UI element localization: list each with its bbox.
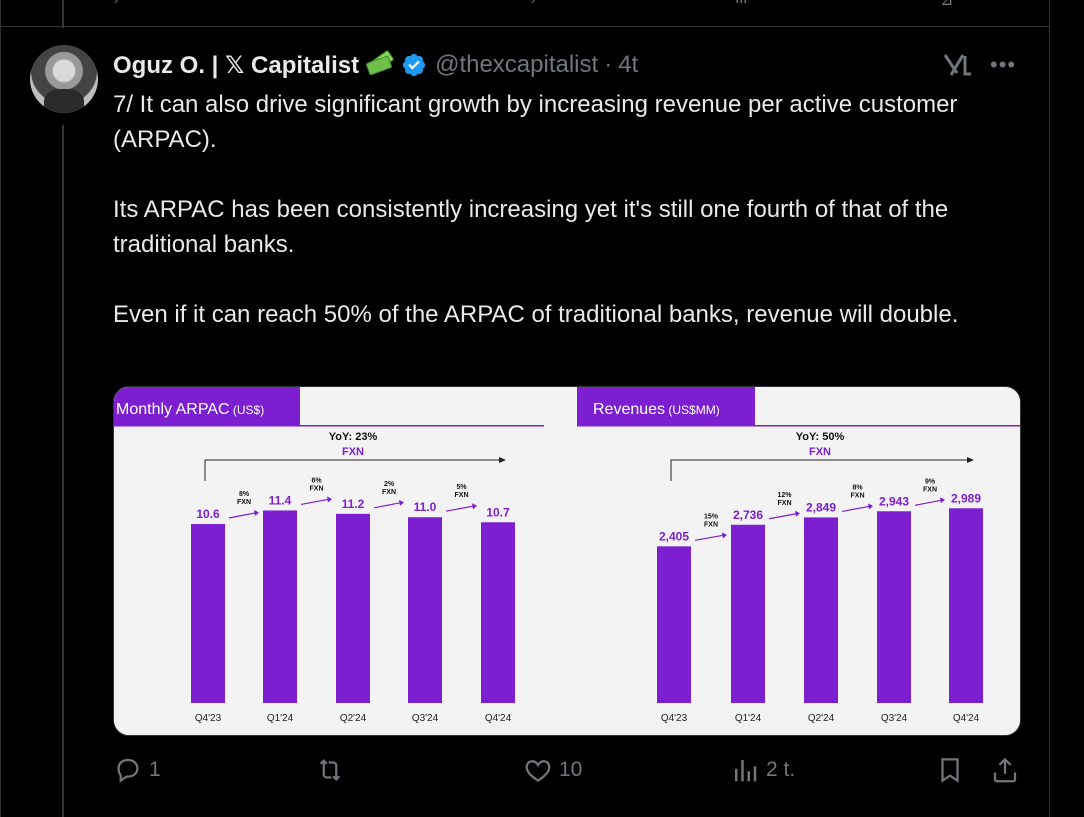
avatar[interactable] bbox=[30, 45, 98, 113]
x-tick-label: Q1'24 bbox=[735, 713, 762, 724]
growth-label: 9% bbox=[925, 478, 936, 485]
x-tick-label: Q4'24 bbox=[953, 713, 980, 724]
bar-value-label: 2,405 bbox=[659, 529, 689, 543]
time-separator: · bbox=[604, 51, 613, 78]
chart-title-rule bbox=[577, 425, 1020, 427]
tweet-paragraph: Even if it can reach 50% of the ARPAC of… bbox=[113, 301, 959, 328]
handle[interactable]: @thexcapitalist bbox=[435, 51, 598, 79]
bar-value-label: 10.7 bbox=[486, 505, 510, 519]
reply-icon bbox=[117, 758, 139, 783]
x-tick-label: Q1'24 bbox=[267, 713, 294, 724]
tweet-header: Oguz O. | 𝕏 Capitalist @thexcapitalist ·… bbox=[113, 49, 638, 80]
bar-value-label: 2,943 bbox=[879, 494, 909, 508]
share-button[interactable] bbox=[990, 755, 1020, 785]
x-tick-label: Q3'24 bbox=[881, 713, 908, 724]
x-tick-label: Q2'24 bbox=[340, 713, 367, 724]
growth-label: 8% bbox=[852, 484, 863, 491]
prev-bookmark-icon[interactable]: ⊿ bbox=[940, 0, 953, 10]
tweet-paragraph: Its ARPAC has been consistently increasi… bbox=[113, 196, 949, 258]
bar-value-label: 11.4 bbox=[269, 493, 292, 507]
growth-label: 12% bbox=[777, 492, 792, 499]
yoy-sub-label: FXN bbox=[809, 446, 831, 458]
bar bbox=[949, 508, 983, 703]
verified-badge-icon[interactable] bbox=[401, 52, 427, 78]
thread-line bbox=[62, 125, 64, 817]
views-button[interactable]: 2 t. bbox=[730, 755, 795, 785]
bar-value-label: 11.2 bbox=[342, 497, 365, 511]
bar-value-label: 10.6 bbox=[196, 507, 220, 521]
views-count: 2 t. bbox=[766, 758, 796, 781]
bar bbox=[336, 513, 370, 703]
bar-value-label: 2,736 bbox=[733, 508, 763, 522]
bookmark-icon bbox=[941, 758, 959, 783]
prev-views-icon[interactable]: ılı bbox=[735, 0, 747, 8]
x-tick-label: Q4'23 bbox=[661, 713, 688, 724]
prev-like-icon[interactable]: ⁄ bbox=[535, 0, 538, 8]
growth-label: 8% bbox=[239, 491, 250, 498]
tweet-media-image[interactable]: Monthly ARPAC (US$) YoY: 23% FXN 10.6 Q4'23 1… bbox=[113, 386, 1021, 736]
grok-icon[interactable] bbox=[943, 52, 973, 78]
views-icon bbox=[735, 760, 757, 782]
tweet-paragraph: 7/ It can also drive significant growth … bbox=[113, 91, 958, 153]
column-border-right bbox=[1049, 0, 1050, 817]
chart-title-unit: (US$MM) bbox=[665, 403, 720, 417]
display-name[interactable]: Oguz O. | 𝕏 Capitalist bbox=[113, 51, 359, 80]
bar bbox=[481, 522, 515, 703]
chart-title: Monthly ARPAC (US$) bbox=[116, 401, 264, 418]
previous-tweet-actions: ⁄ ⁄ ılı ⊿ ▔ bbox=[0, 0, 1050, 26]
bar bbox=[804, 517, 838, 703]
retweet-button[interactable] bbox=[315, 755, 351, 785]
bar bbox=[191, 523, 225, 703]
bar-value-label: 11.0 bbox=[414, 500, 437, 514]
chart-title-rule bbox=[114, 425, 544, 427]
yoy-label: YoY: 50% bbox=[796, 431, 845, 443]
growth-label: FXN bbox=[310, 485, 324, 492]
prev-share-icon[interactable]: ▔ bbox=[992, 0, 1004, 10]
growth-label: 2% bbox=[384, 481, 395, 488]
bookmark-button[interactable] bbox=[935, 755, 965, 785]
growth-label: FXN bbox=[923, 486, 937, 493]
previous-tweet-divider bbox=[0, 26, 1050, 27]
reply-count: 1 bbox=[149, 758, 161, 781]
share-icon bbox=[993, 757, 1017, 783]
bar-value-label: 2,849 bbox=[806, 500, 836, 514]
reply-button[interactable]: 1 bbox=[113, 755, 161, 785]
like-button[interactable]: 10 bbox=[523, 755, 582, 785]
growth-label: FXN bbox=[455, 492, 469, 499]
money-emoji-icon bbox=[365, 49, 395, 77]
growth-label: FXN bbox=[382, 489, 396, 496]
timestamp[interactable]: 4t bbox=[618, 51, 638, 79]
prev-reply-icon[interactable]: ⁄ bbox=[118, 0, 121, 8]
yoy-label: YoY: 23% bbox=[329, 431, 378, 443]
more-icon[interactable]: ••• bbox=[990, 52, 1016, 78]
growth-label: FXN bbox=[851, 492, 865, 499]
x-tick-label: Q4'24 bbox=[485, 713, 512, 724]
growth-label: 5% bbox=[456, 484, 467, 491]
bar bbox=[408, 517, 442, 703]
chart-title-unit: (US$) bbox=[230, 403, 265, 417]
chart-title: Revenues (US$MM) bbox=[593, 401, 720, 418]
bar bbox=[731, 524, 765, 703]
charts-svg: Monthly ARPAC (US$) YoY: 23% FXN 10.6 Q4'23 1… bbox=[114, 387, 1020, 735]
like-icon bbox=[525, 760, 551, 782]
tweet-actions: 1 10 2 t. bbox=[113, 755, 1023, 795]
growth-label: FXN bbox=[704, 521, 718, 528]
tweet-text: 7/ It can also drive significant growth … bbox=[113, 87, 1033, 332]
x-tick-label: Q4'23 bbox=[195, 713, 222, 724]
bar bbox=[877, 511, 911, 703]
retweet-icon bbox=[319, 759, 341, 781]
column-border-left bbox=[0, 0, 1, 817]
x-tick-label: Q3'24 bbox=[412, 713, 439, 724]
growth-label: 15% bbox=[704, 513, 719, 520]
growth-label: 6% bbox=[311, 477, 322, 484]
growth-label: FXN bbox=[778, 500, 792, 507]
growth-label: FXN bbox=[237, 499, 251, 506]
bar bbox=[263, 510, 297, 703]
bar bbox=[657, 546, 691, 703]
yoy-sub-label: FXN bbox=[342, 446, 364, 458]
x-tick-label: Q2'24 bbox=[808, 713, 835, 724]
like-count: 10 bbox=[559, 758, 583, 781]
bar-value-label: 2,989 bbox=[951, 491, 981, 505]
